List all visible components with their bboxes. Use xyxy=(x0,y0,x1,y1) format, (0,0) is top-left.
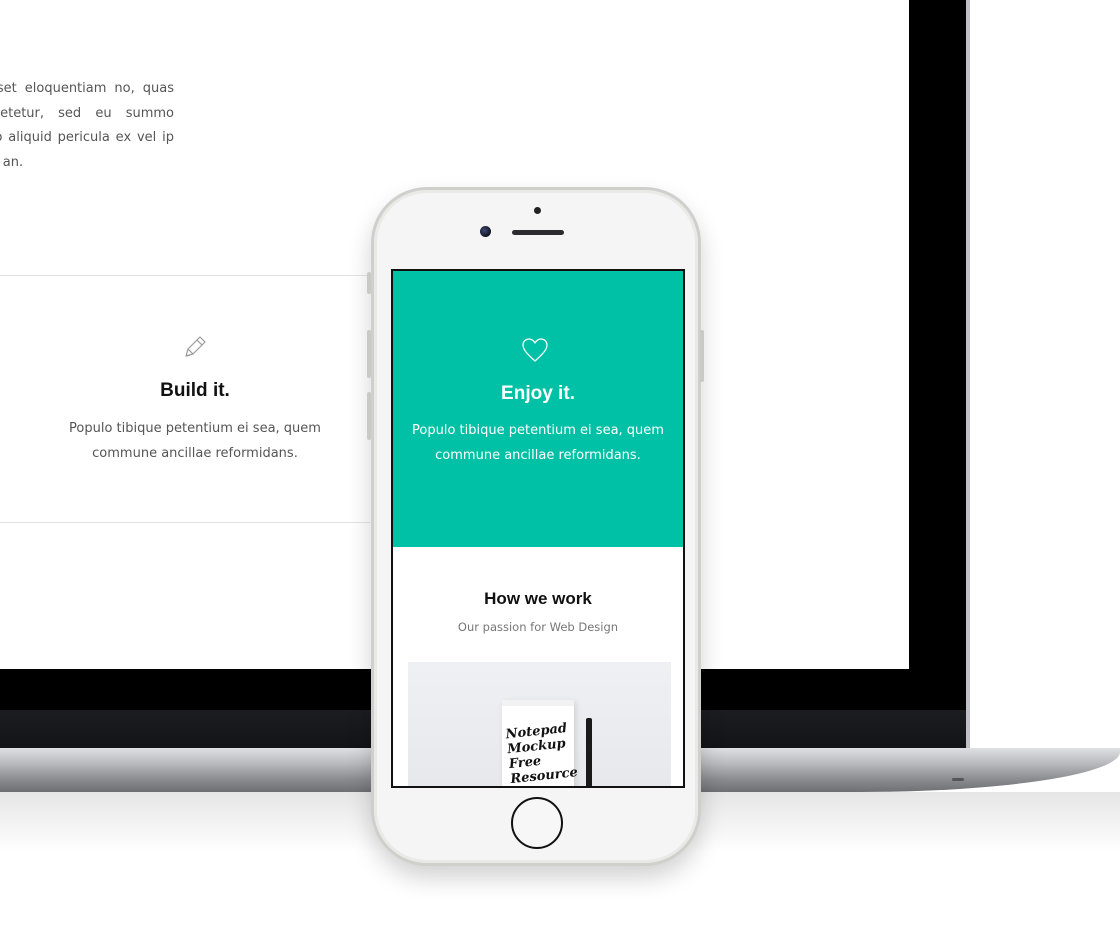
pen xyxy=(586,718,592,786)
home-button[interactable] xyxy=(511,797,563,849)
front-camera xyxy=(480,226,491,237)
laptop-foot xyxy=(952,778,964,781)
feature-text: Populo tibique petentium ei sea, quem co… xyxy=(69,421,321,461)
section-subtitle: Our passion for Web Design xyxy=(457,620,619,634)
hero-title: Enjoy it. xyxy=(501,383,575,404)
intro-paragraph: quisset eloquentiam no, quas consetetur,… xyxy=(0,81,174,170)
volume-down-button xyxy=(367,392,371,440)
section-divider-top xyxy=(0,275,370,276)
phone-mockup: Enjoy it. Populo tibique petentium ei se… xyxy=(367,187,704,866)
hero-text: Populo tibique petentium ei sea, quem co… xyxy=(412,423,664,463)
earpiece-speaker xyxy=(512,230,564,235)
proximity-sensor xyxy=(534,207,541,214)
phone-screen: Enjoy it. Populo tibique petentium ei se… xyxy=(391,269,685,788)
heart-icon xyxy=(522,338,548,362)
notepad: Notepad Mockup Free Resource xyxy=(502,700,579,788)
section-divider-bottom xyxy=(0,522,370,523)
section-title: How we work xyxy=(484,589,592,608)
notepad-lettering: Notepad Mockup Free Resource xyxy=(505,720,579,788)
hero-section: Enjoy it. Populo tibique petentium ei se… xyxy=(393,271,683,547)
mute-switch xyxy=(367,272,371,294)
feature-title: Build it. xyxy=(160,380,230,401)
volume-up-button xyxy=(367,330,371,378)
power-button xyxy=(700,330,704,382)
pencil-icon xyxy=(185,336,206,357)
notepad-image: Notepad Mockup Free Resource xyxy=(408,662,671,788)
